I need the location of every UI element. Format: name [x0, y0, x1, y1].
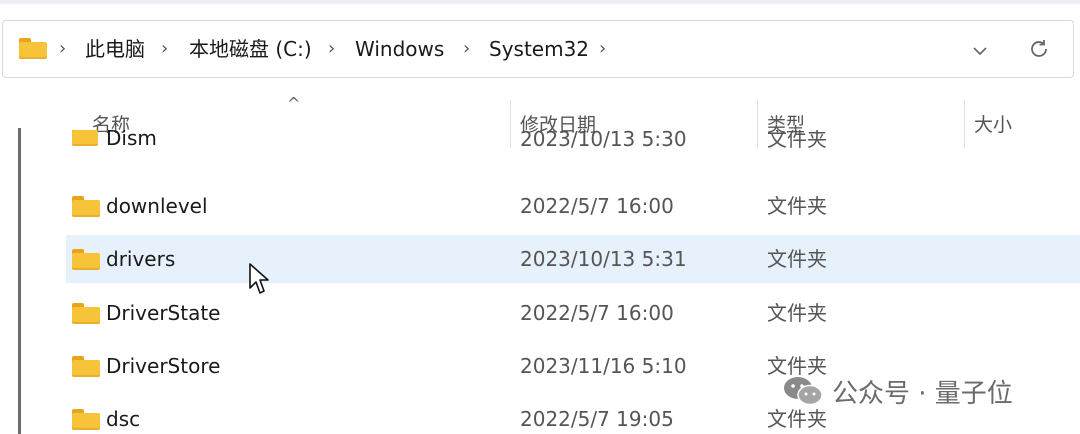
file-name: dsc	[106, 407, 141, 431]
folder-icon	[72, 409, 100, 430]
breadcrumb-separator: ›	[161, 38, 169, 59]
window-top-border	[0, 0, 1080, 4]
list-item[interactable]: downlevel 2022/5/7 16:00 文件夹	[66, 182, 1080, 230]
breadcrumb-system32[interactable]: System32	[489, 21, 589, 77]
file-name: DriverStore	[106, 354, 221, 378]
file-name: downlevel	[106, 194, 208, 218]
folder-icon	[72, 356, 100, 377]
navigation-pane-edge	[18, 128, 21, 434]
folder-icon	[72, 303, 100, 324]
folder-icon	[19, 38, 47, 59]
file-type: 文件夹	[767, 301, 827, 325]
breadcrumb-windows[interactable]: Windows	[355, 21, 444, 77]
sort-ascending-indicator: ^	[287, 94, 301, 113]
list-item-hovered[interactable]: drivers 2023/10/13 5:31 文件夹	[66, 235, 1080, 283]
file-date: 2022/5/7 16:00	[520, 194, 674, 218]
breadcrumb-this-pc[interactable]: 此电脑	[85, 21, 145, 77]
wechat-icon	[782, 375, 824, 407]
file-name: drivers	[106, 247, 176, 271]
list-item[interactable]: DriverState 2022/5/7 16:00 文件夹	[66, 289, 1080, 337]
file-type: 文件夹	[767, 247, 827, 271]
file-date: 2022/5/7 16:00	[520, 301, 674, 325]
file-date: 2023/10/13 5:30	[520, 130, 687, 151]
file-name: Dism	[106, 130, 157, 150]
file-type: 文件夹	[767, 194, 827, 218]
breadcrumb-separator: ›	[328, 38, 336, 59]
file-date: 2023/10/13 5:31	[520, 247, 687, 271]
file-date: 2023/11/16 5:10	[520, 354, 687, 378]
file-type: 文件夹	[767, 130, 827, 151]
list-item[interactable]: Dism 2023/10/13 5:30 文件夹	[66, 130, 1080, 160]
refresh-icon[interactable]	[1021, 21, 1057, 77]
breadcrumb-local-disk[interactable]: 本地磁盘 (C:)	[189, 21, 312, 77]
folder-icon	[72, 249, 100, 270]
breadcrumb-separator: ›	[599, 38, 607, 59]
address-bar[interactable]: › 此电脑 › 本地磁盘 (C:) › Windows › System32 ›	[2, 20, 1074, 78]
breadcrumb-separator: ›	[463, 38, 471, 59]
folder-icon	[72, 196, 100, 217]
watermark: 公众号 · 量子位	[782, 373, 1013, 409]
chevron-down-icon[interactable]	[965, 21, 995, 77]
watermark-text: 公众号 · 量子位	[832, 378, 1013, 409]
folder-icon	[72, 130, 98, 146]
mouse-pointer-icon	[248, 262, 272, 300]
file-name: DriverState	[106, 301, 221, 325]
file-date: 2022/5/7 19:05	[520, 407, 674, 431]
breadcrumb-separator: ›	[59, 38, 67, 59]
